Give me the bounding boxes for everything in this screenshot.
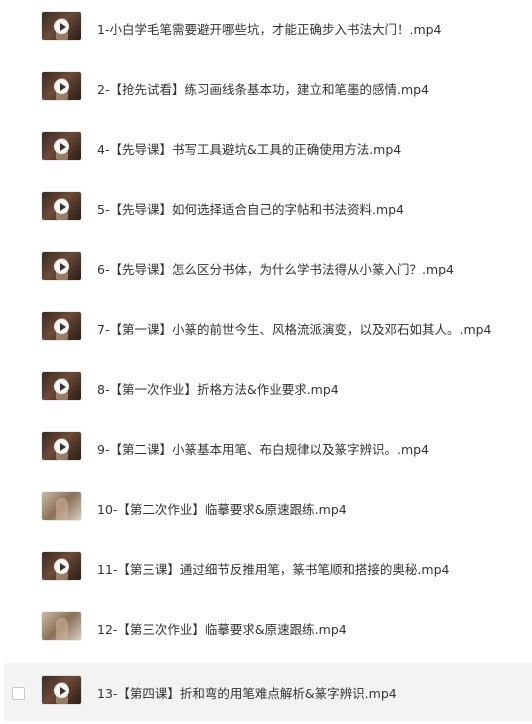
file-name[interactable]: 12-【第三次作业】临摹要求&原速跟练.mp4 <box>97 620 347 640</box>
file-row[interactable]: 13-【第四课】折和弯的用笔难点解析&篆字辨识.mp4 <box>4 663 532 721</box>
video-thumbnail-icon[interactable] <box>42 612 81 640</box>
video-thumbnail-icon[interactable] <box>42 12 81 40</box>
file-name[interactable]: 4-【先导课】书写工具避坑&工具的正确使用方法.mp4 <box>97 140 401 160</box>
play-icon <box>54 439 69 454</box>
file-row[interactable]: 12-【第三次作业】临摹要求&原速跟练.mp4 <box>4 603 532 657</box>
play-icon <box>54 319 69 334</box>
video-thumbnail-icon[interactable] <box>42 372 81 400</box>
play-icon <box>54 259 69 274</box>
file-row[interactable]: 2-【抢先试看】练习画线条基本功，建立和笔墨的感情.mp4 <box>4 63 532 117</box>
video-thumbnail-icon[interactable] <box>42 312 81 340</box>
file-name[interactable]: 7-【第一课】小篆的前世今生、风格流派演变，以及邓石如其人。.mp4 <box>97 320 492 340</box>
video-thumbnail-icon[interactable] <box>42 676 81 704</box>
video-thumbnail-icon[interactable] <box>42 72 81 100</box>
play-icon <box>54 559 69 574</box>
file-row[interactable]: 4-【先导课】书写工具避坑&工具的正确使用方法.mp4 <box>4 123 532 177</box>
file-row[interactable]: 1-小白学毛笔需要避开哪些坑，才能正确步入书法大门！.mp4 <box>4 3 532 57</box>
video-thumbnail-icon[interactable] <box>42 192 81 220</box>
play-icon <box>54 379 69 394</box>
file-row[interactable]: 11-【第三课】通过细节反推用笔，篆书笔顺和搭接的奥秘.mp4 <box>4 543 532 597</box>
file-row[interactable]: 10-【第二次作业】临摹要求&原速跟练.mp4 <box>4 483 532 537</box>
checkbox-icon[interactable] <box>12 687 25 700</box>
file-name[interactable]: 9-【第二课】小篆基本用笔、布白规律以及篆字辨识。.mp4 <box>97 440 429 460</box>
file-name[interactable]: 13-【第四课】折和弯的用笔难点解析&篆字辨识.mp4 <box>97 684 397 704</box>
file-row[interactable]: 8-【第一次作业】折格方法&作业要求.mp4 <box>4 363 532 417</box>
video-thumbnail-icon[interactable] <box>42 132 81 160</box>
play-icon <box>54 199 69 214</box>
file-list: 1-小白学毛笔需要避开哪些坑，才能正确步入书法大门！.mp4 2-【抢先试看】练… <box>0 0 532 724</box>
video-thumbnail-icon[interactable] <box>42 432 81 460</box>
file-row[interactable]: 9-【第二课】小篆基本用笔、布白规律以及篆字辨识。.mp4 <box>4 423 532 477</box>
file-row[interactable]: 5-【先导课】如何选择适合自己的字帖和书法资料.mp4 <box>4 183 532 237</box>
play-icon <box>54 19 69 34</box>
file-name[interactable]: 2-【抢先试看】练习画线条基本功，建立和笔墨的感情.mp4 <box>97 80 429 100</box>
file-name[interactable]: 8-【第一次作业】折格方法&作业要求.mp4 <box>97 380 339 400</box>
file-name[interactable]: 1-小白学毛笔需要避开哪些坑，才能正确步入书法大门！.mp4 <box>97 20 442 40</box>
play-icon <box>54 79 69 94</box>
file-name[interactable]: 5-【先导课】如何选择适合自己的字帖和书法资料.mp4 <box>97 200 404 220</box>
video-thumbnail-icon[interactable] <box>42 552 81 580</box>
file-name[interactable]: 11-【第三课】通过细节反推用笔，篆书笔顺和搭接的奥秘.mp4 <box>97 560 449 580</box>
play-icon <box>54 683 69 698</box>
video-thumbnail-icon[interactable] <box>42 492 81 520</box>
file-name[interactable]: 6-【先导课】怎么区分书体，为什么学书法得从小篆入门？.mp4 <box>97 260 454 280</box>
file-name[interactable]: 10-【第二次作业】临摹要求&原速跟练.mp4 <box>97 500 347 520</box>
play-icon <box>54 139 69 154</box>
video-thumbnail-icon[interactable] <box>42 252 81 280</box>
file-row[interactable]: 6-【先导课】怎么区分书体，为什么学书法得从小篆入门？.mp4 <box>4 243 532 297</box>
file-row[interactable]: 7-【第一课】小篆的前世今生、风格流派演变，以及邓石如其人。.mp4 <box>4 303 532 357</box>
